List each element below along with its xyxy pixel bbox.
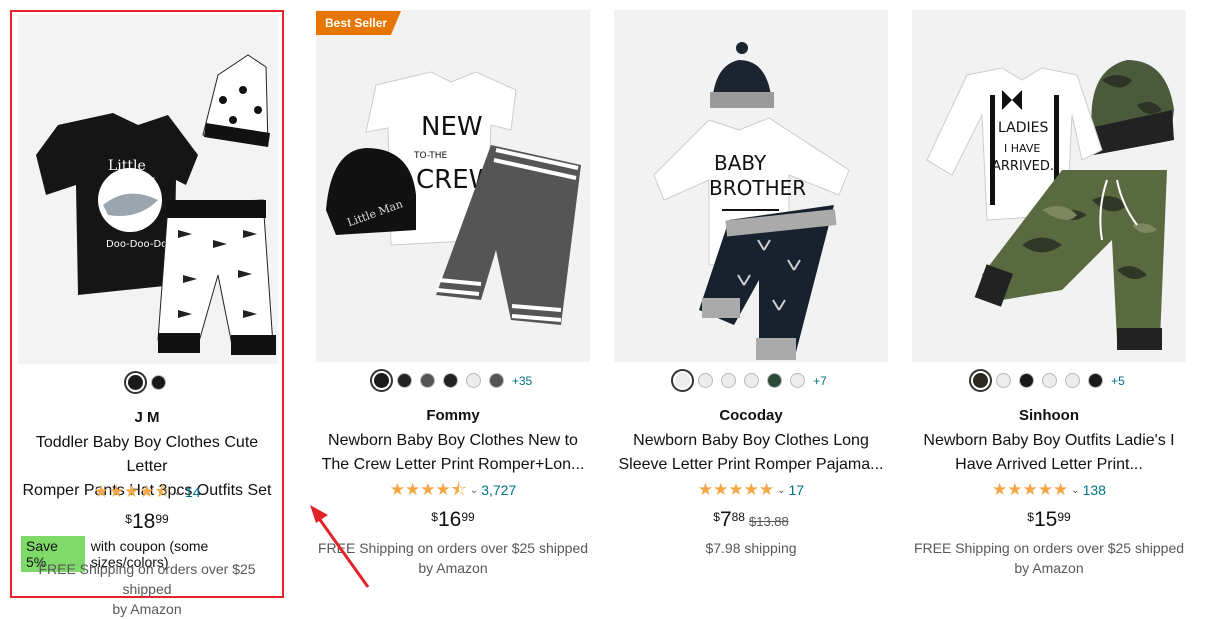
color-swatch[interactable] (767, 373, 783, 388)
svg-text:I HAVE: I HAVE (1004, 142, 1040, 155)
review-count-link[interactable]: 17 (789, 482, 805, 498)
shipping-info: $7.98 shipping (705, 540, 797, 556)
star-rating-icon[interactable]: ★★★★★ (992, 481, 1068, 499)
svg-text:TO-THE: TO-THE (413, 151, 448, 161)
color-swatch[interactable] (790, 373, 806, 388)
product-image[interactable]: NEW TO-THE CREW Little Man (316, 10, 590, 362)
price: $788 $13.88 (713, 508, 789, 531)
color-swatch[interactable] (1088, 373, 1104, 388)
product-title-link[interactable]: Newborn Baby Boy Outfits Ladie's I Have … (914, 429, 1184, 477)
color-swatch[interactable] (369, 369, 393, 392)
title-line: Toddler Baby Boy Clothes Cute Letter (35, 434, 259, 475)
chevron-down-icon[interactable]: ⌄ (777, 485, 785, 496)
svg-text:LADIES: LADIES (998, 120, 1048, 136)
review-count-link[interactable]: 138 (1083, 482, 1106, 498)
color-swatch[interactable] (1042, 373, 1058, 388)
color-swatch[interactable] (1065, 373, 1081, 388)
color-swatch[interactable] (488, 373, 504, 388)
star-rating-icon[interactable]: ★★★★⯪ (390, 481, 467, 499)
rating: ★★★★⯪ ⌄ 14 (12, 483, 282, 501)
brand-name: Fommy (426, 407, 480, 424)
svg-text:NEW: NEW (421, 112, 483, 142)
more-colors-link[interactable]: +5 (1111, 374, 1125, 388)
brand-name: J M (134, 409, 160, 426)
color-swatch[interactable] (151, 375, 166, 390)
rating: ★★★★★ ⌄ 138 (912, 481, 1186, 499)
svg-text:Shark: Shark (113, 173, 156, 189)
review-count-link[interactable]: 3,727 (481, 482, 516, 498)
product-card[interactable]: LADIES I HAVE ARRIVED. +5 Sinhoon Newbor… (912, 10, 1186, 598)
list-price: $13.88 (748, 514, 789, 529)
color-swatch[interactable] (396, 373, 412, 388)
price: $1599 (1027, 508, 1071, 531)
svg-text:BROTHER: BROTHER (709, 176, 806, 200)
annotation-arrow (310, 505, 370, 588)
title-line: Have Arrived Letter Print... (955, 456, 1143, 473)
title-line: Newborn Baby Boy Clothes Long (633, 432, 869, 449)
color-swatch[interactable] (465, 373, 481, 388)
review-count-link[interactable]: 14 (185, 484, 201, 500)
chevron-down-icon[interactable]: ⌄ (1071, 485, 1079, 496)
title-line: The Crew Letter Print Romper+Lon... (321, 456, 585, 473)
color-swatch[interactable] (442, 373, 458, 388)
svg-text:ARRIVED.: ARRIVED. (992, 159, 1054, 174)
shipping-info: FREE Shipping on orders over $25 shipped… (38, 561, 256, 617)
color-swatch[interactable] (744, 373, 760, 388)
chevron-down-icon[interactable]: ⌄ (174, 487, 182, 498)
product-image[interactable]: LADIES I HAVE ARRIVED. (912, 10, 1186, 362)
best-seller-badge: Best Seller (316, 11, 402, 35)
svg-text:BABY: BABY (714, 151, 767, 175)
price: $1899 (125, 510, 169, 533)
color-swatches (12, 371, 282, 394)
onesie-text: Little (108, 158, 146, 174)
title-line: Newborn Baby Boy Outfits Ladie's I (923, 432, 1175, 449)
color-swatch[interactable] (671, 369, 695, 392)
svg-text:Doo-Doo-Doo: Doo-Doo-Doo (106, 239, 173, 250)
chevron-down-icon[interactable]: ⌄ (470, 485, 478, 496)
color-swatches: +7 (614, 369, 888, 392)
color-swatch[interactable] (969, 369, 993, 392)
product-image[interactable]: BABY BROTHER (614, 10, 888, 362)
star-rating-icon[interactable]: ★★★★★ (698, 481, 774, 499)
brand-name: Cocoday (719, 407, 783, 424)
brand-name: Sinhoon (1019, 407, 1079, 424)
product-card[interactable]: BABY BROTHER +7 Cocoday Newborn Baby Boy… (614, 10, 888, 598)
color-swatch[interactable] (996, 373, 1012, 388)
color-swatch[interactable] (1019, 373, 1035, 388)
product-title-link[interactable]: Newborn Baby Boy Clothes New to The Crew… (318, 429, 588, 477)
product-title-link[interactable]: Newborn Baby Boy Clothes Long Sleeve Let… (616, 429, 886, 477)
color-swatch[interactable] (698, 373, 714, 388)
product-card[interactable]: Little Shark Doo-Doo-Doo J M Toddler Bab… (10, 10, 284, 617)
more-colors-link[interactable]: +35 (512, 374, 532, 388)
color-swatches: +5 (912, 369, 1186, 392)
star-rating-icon[interactable]: ★★★★⯪ (93, 483, 170, 501)
product-image[interactable]: Little Shark Doo-Doo-Doo (18, 15, 278, 364)
color-swatch[interactable] (124, 371, 147, 394)
color-swatch[interactable] (721, 373, 737, 388)
title-line: Newborn Baby Boy Clothes New to (328, 432, 578, 449)
color-swatches: +35 (316, 369, 590, 392)
shipping-info: FREE Shipping on orders over $25 shipped… (913, 540, 1185, 576)
color-swatch[interactable] (419, 373, 435, 388)
title-line: Sleeve Letter Print Romper Pajama... (618, 456, 884, 473)
more-colors-link[interactable]: +7 (813, 374, 827, 388)
rating: ★★★★★ ⌄ 17 (614, 481, 888, 499)
